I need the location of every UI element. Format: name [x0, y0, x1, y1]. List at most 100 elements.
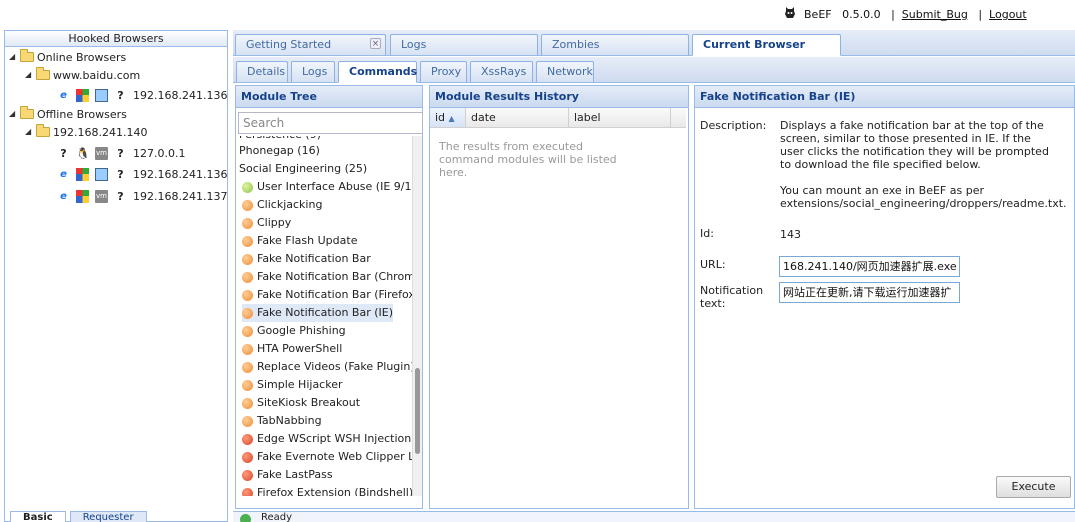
- module-status-icon: [242, 397, 253, 409]
- tree-zombie-offline-3[interactable]: e vm ? 192.168.241.137: [57, 187, 227, 205]
- vm-icon: vm: [95, 146, 108, 160]
- tab-basic[interactable]: Basic: [10, 511, 66, 522]
- tab-logs[interactable]: Logs: [390, 34, 538, 56]
- module-status-icon: [242, 379, 253, 391]
- module-item[interactable]: Clickjacking: [242, 196, 322, 214]
- tree-online-browsers[interactable]: ◢ Online Browsers: [9, 48, 126, 66]
- module-tree-title: Module Tree: [236, 86, 422, 108]
- module-label: User Interface Abuse (IE 9/10): [257, 180, 412, 193]
- module-tree-scrollbar[interactable]: [412, 136, 422, 496]
- col-label[interactable]: label: [569, 108, 671, 127]
- close-icon[interactable]: ×: [370, 38, 381, 49]
- module-label: Fake Notification Bar (Firefox): [257, 288, 412, 301]
- collapse-icon[interactable]: ◢: [25, 71, 33, 79]
- url-label: URL:: [700, 258, 726, 271]
- results-grid-header: id ▲ date label: [430, 108, 686, 128]
- app-name: BeEF: [804, 8, 832, 21]
- module-item[interactable]: Fake Notification Bar: [242, 250, 371, 268]
- module-item[interactable]: SiteKiosk Breakout: [242, 394, 360, 412]
- tree-offline-browsers[interactable]: ◢ Offline Browsers: [9, 105, 127, 123]
- west-bottom-tabs: Basic Requester: [10, 511, 147, 522]
- module-item[interactable]: Simple Hijacker: [242, 376, 343, 394]
- logout-link[interactable]: Logout: [989, 8, 1027, 21]
- module-item[interactable]: Fake LastPass: [242, 466, 333, 484]
- module-label: Fake Notification Bar (Chrome): [257, 270, 412, 283]
- module-status-icon: [242, 181, 253, 193]
- windows-icon: [76, 88, 89, 102]
- category-phonegap[interactable]: Phonegap (16): [239, 142, 320, 160]
- module-item[interactable]: Edge WScript WSH Injection: [242, 430, 411, 448]
- collapse-icon[interactable]: ◢: [9, 53, 17, 61]
- id-label: Id:: [700, 227, 714, 240]
- module-status-icon: [242, 451, 253, 463]
- module-status-icon: [242, 199, 253, 211]
- module-status-icon: [242, 487, 253, 496]
- module-item[interactable]: Fake Notification Bar (Chrome): [242, 268, 412, 286]
- tab-zombies[interactable]: Zombies: [541, 34, 689, 56]
- module-search-input[interactable]: Search: [238, 112, 423, 134]
- module-item[interactable]: TabNabbing: [242, 412, 322, 430]
- module-label: TabNabbing: [257, 414, 322, 427]
- col-date[interactable]: date: [466, 108, 569, 127]
- module-status-icon: [242, 253, 253, 265]
- module-label: Clickjacking: [257, 198, 323, 211]
- col-id[interactable]: id ▲: [430, 108, 466, 127]
- module-label: Simple Hijacker: [257, 378, 343, 391]
- tree-zombie-offline-2[interactable]: e ? 192.168.241.136: [57, 165, 227, 183]
- submit-bug-link[interactable]: Submit_Bug: [902, 8, 968, 21]
- tab-xssrays[interactable]: XssRays: [470, 61, 533, 83]
- module-status-icon: [242, 469, 253, 481]
- linux-icon: 🐧: [76, 146, 90, 160]
- module-label: Fake LastPass: [257, 468, 333, 481]
- tree-zombie-online[interactable]: e ? 192.168.241.136: [57, 86, 227, 104]
- module-item[interactable]: Fake Flash Update: [242, 232, 357, 250]
- module-item[interactable]: Fake Notification Bar (IE): [242, 304, 393, 322]
- folder-icon: [36, 67, 50, 80]
- url-input[interactable]: 168.241.140/网页加速器扩展.exe: [779, 256, 960, 277]
- tab-current-browser[interactable]: Current Browser: [692, 34, 841, 56]
- tab-getting-started[interactable]: Getting Started ×: [235, 34, 386, 56]
- scroll-thumb[interactable]: [415, 368, 420, 454]
- description-label: Description:: [700, 119, 767, 132]
- module-status-icon: [242, 289, 253, 301]
- module-item[interactable]: Fake Evernote Web Clipper Login: [242, 448, 412, 466]
- module-item[interactable]: Replace Videos (Fake Plugin): [242, 358, 412, 376]
- app-version: 0.5.0.0: [842, 8, 881, 21]
- module-item[interactable]: Firefox Extension (Bindshell): [242, 484, 412, 496]
- panel-title: Hooked Browsers: [5, 31, 227, 47]
- collapse-icon[interactable]: ◢: [25, 128, 33, 136]
- unknown-icon: ?: [117, 88, 124, 102]
- module-item[interactable]: HTA PowerShell: [242, 340, 342, 358]
- folder-icon: [20, 49, 34, 62]
- windows-icon: [76, 167, 89, 181]
- details-title: Fake Notification Bar (IE): [695, 86, 1074, 108]
- module-status-icon: [242, 325, 253, 337]
- tab-network[interactable]: Network: [536, 61, 594, 83]
- tree-zombie-offline-1[interactable]: ? 🐧 vm ? 127.0.0.1: [57, 144, 185, 162]
- beef-logo-icon: [785, 7, 795, 18]
- tab-commands[interactable]: Commands: [338, 61, 417, 83]
- tree-offline-group[interactable]: ◢ 192.168.241.140: [25, 123, 147, 141]
- category-social-engineering[interactable]: Social Engineering (25): [239, 160, 367, 178]
- module-item[interactable]: User Interface Abuse (IE 9/10): [242, 178, 412, 196]
- unknown-icon: ?: [117, 189, 124, 203]
- notification-text-input[interactable]: 网站正在更新,请下载运行加速器扩: [779, 282, 960, 303]
- module-item[interactable]: Fake Notification Bar (Firefox): [242, 286, 412, 304]
- module-label: Google Phishing: [257, 324, 346, 337]
- hooked-browsers-panel: Hooked Browsers ◢ Online Browsers ◢ www.…: [4, 30, 228, 522]
- tab-sub-logs[interactable]: Logs: [291, 61, 335, 83]
- execute-button[interactable]: Execute: [996, 476, 1071, 498]
- module-label: HTA PowerShell: [257, 342, 343, 355]
- module-label: Replace Videos (Fake Plugin): [257, 360, 412, 373]
- module-item[interactable]: Clippy: [242, 214, 291, 232]
- module-label: Fake Evernote Web Clipper Login: [257, 450, 412, 463]
- collapse-icon[interactable]: ◢: [9, 110, 17, 118]
- tab-requester[interactable]: Requester: [69, 511, 147, 522]
- module-label: Edge WScript WSH Injection: [257, 432, 412, 445]
- tree-domain[interactable]: ◢ www.baidu.com: [25, 66, 140, 84]
- tab-details[interactable]: Details: [236, 61, 288, 83]
- main-tab-strip: Getting Started × Logs Zombies Current B…: [233, 30, 1075, 56]
- status-ok-icon: [240, 514, 251, 522]
- module-item[interactable]: Google Phishing: [242, 322, 346, 340]
- tab-proxy[interactable]: Proxy: [420, 61, 467, 83]
